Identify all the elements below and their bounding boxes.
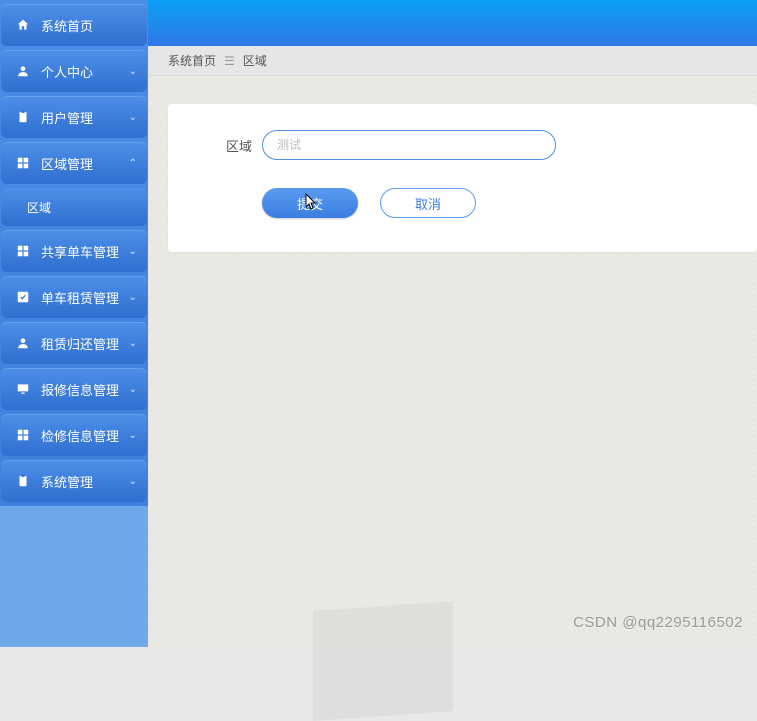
form-row-region: 区域: [208, 130, 717, 160]
breadcrumb-current: 区域: [243, 52, 267, 69]
sidebar-item-bike-share[interactable]: 共享单车管理 ⌄: [1, 230, 147, 272]
clipboard-icon: [15, 473, 31, 489]
submit-button[interactable]: 提交: [262, 188, 358, 218]
cancel-button[interactable]: 取消: [380, 188, 476, 218]
chevron-up-icon: ⌃: [129, 158, 137, 169]
sidebar-item-users[interactable]: 用户管理 ⌄: [1, 96, 147, 138]
sidebar-item-inspection[interactable]: 检修信息管理 ⌄: [1, 414, 147, 456]
main-area: 系统首页 ☰ 区域 区域 提交 取消 CS: [148, 0, 757, 647]
breadcrumb-home[interactable]: 系统首页: [168, 52, 216, 69]
monitor-icon: [15, 381, 31, 397]
person-icon: [15, 335, 31, 351]
chevron-down-icon: ⌄: [129, 384, 137, 395]
button-row: 提交 取消: [208, 188, 717, 218]
sidebar: 系统首页 个人中心 ⌄ 用户管理 ⌄ 区域管理 ⌃ 区域: [0, 0, 148, 647]
chevron-down-icon: ⌄: [129, 430, 137, 441]
chevron-down-icon: ⌄: [129, 112, 137, 123]
person-icon: [15, 63, 31, 79]
sidebar-item-bike-rent[interactable]: 单车租赁管理 ⌄: [1, 276, 147, 318]
decorative-shadow: [313, 601, 453, 721]
sidebar-item-label: 报修信息管理: [41, 380, 119, 399]
sidebar-item-label: 共享单车管理: [41, 242, 119, 261]
region-input[interactable]: [262, 130, 556, 160]
region-label: 区域: [208, 136, 252, 155]
sidebar-item-rent-return[interactable]: 租赁归还管理 ⌄: [1, 322, 147, 364]
chevron-down-icon: ⌄: [129, 66, 137, 77]
breadcrumb: 系统首页 ☰ 区域: [148, 46, 757, 76]
sidebar-item-repair[interactable]: 报修信息管理 ⌄: [1, 368, 147, 410]
chevron-down-icon: ⌄: [129, 338, 137, 349]
sidebar-subitem-region[interactable]: 区域: [1, 188, 147, 226]
form-panel: 区域 提交 取消: [168, 104, 757, 252]
sidebar-item-home[interactable]: 系统首页: [1, 4, 147, 46]
sidebar-item-label: 用户管理: [41, 108, 93, 127]
home-icon: [15, 17, 31, 33]
top-bar: [148, 0, 757, 46]
chevron-down-icon: ⌄: [129, 476, 137, 487]
sidebar-item-label: 个人中心: [41, 62, 93, 81]
sidebar-item-label: 单车租赁管理: [41, 288, 119, 307]
sidebar-item-label: 检修信息管理: [41, 426, 119, 445]
breadcrumb-separator-icon: ☰: [224, 54, 235, 68]
chevron-down-icon: ⌄: [129, 292, 137, 303]
submit-button-label: 提交: [297, 194, 323, 213]
watermark: CSDN @qq2295116502: [573, 614, 743, 631]
sidebar-subitem-label: 区域: [27, 199, 51, 216]
sidebar-item-profile[interactable]: 个人中心 ⌄: [1, 50, 147, 92]
sidebar-item-label: 系统管理: [41, 472, 93, 491]
check-icon: [15, 289, 31, 305]
content-area: 区域 提交 取消: [148, 76, 757, 647]
grid-icon: [15, 427, 31, 443]
grid-icon: [15, 243, 31, 259]
chevron-down-icon: ⌄: [129, 246, 137, 257]
sidebar-filler: [0, 506, 148, 647]
sidebar-item-label: 区域管理: [41, 154, 93, 173]
clipboard-icon: [15, 109, 31, 125]
sidebar-item-region-mgmt[interactable]: 区域管理 ⌃: [1, 142, 147, 184]
cancel-button-label: 取消: [415, 194, 441, 213]
sidebar-item-label: 租赁归还管理: [41, 334, 119, 353]
sidebar-item-system[interactable]: 系统管理 ⌄: [1, 460, 147, 502]
grid-icon: [15, 155, 31, 171]
sidebar-item-label: 系统首页: [41, 16, 93, 35]
